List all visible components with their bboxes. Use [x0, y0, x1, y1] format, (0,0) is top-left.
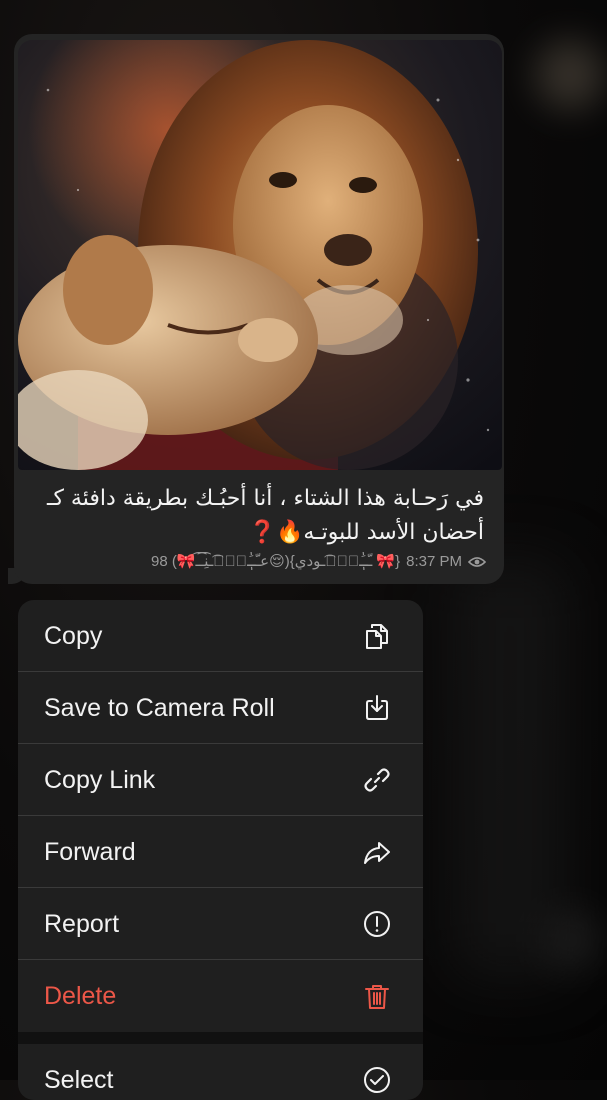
message-time: 8:37 PM — [406, 552, 462, 570]
views-eye-icon — [467, 555, 486, 567]
checkmark-circle-icon — [361, 1064, 393, 1096]
menu-item-label: Forward — [44, 837, 136, 866]
trash-icon — [361, 980, 393, 1012]
message-meta: 98 (🎀عـّـَٰٖـّۢ͡ـنِ͡ـ͡ـ😌){ـّـَٰٖـّۢ͡ـودي… — [112, 552, 486, 570]
menu-item-forward[interactable]: Forward — [18, 816, 423, 888]
menu-item-select[interactable]: Select — [18, 1044, 423, 1100]
background-blur — [535, 40, 605, 110]
report-exclamation-icon — [361, 908, 393, 940]
background-blur — [450, 560, 570, 980]
menu-item-report[interactable]: Report — [18, 888, 423, 960]
menu-section-gap — [18, 1032, 423, 1044]
message-caption: في رَحـابة هذا الشتاء ، أنا أحبُـك بطريق… — [47, 486, 484, 545]
menu-item-label: Delete — [44, 981, 117, 1010]
menu-item-delete[interactable]: Delete — [18, 960, 423, 1032]
menu-item-label: Report — [44, 909, 120, 938]
menu-item-label: Copy Link — [44, 765, 156, 794]
menu-item-label: Select — [44, 1065, 114, 1094]
menu-item-label: Save to Camera Roll — [44, 693, 275, 722]
context-menu: Copy Save to Camera Roll Copy Link Forwa… — [18, 600, 423, 1100]
menu-item-save-to-camera-roll[interactable]: Save to Camera Roll — [18, 672, 423, 744]
menu-item-copy-link[interactable]: Copy Link — [18, 744, 423, 816]
menu-item-label: Copy — [44, 621, 103, 650]
menu-item-copy[interactable]: Copy — [18, 600, 423, 672]
reactions-meta: 98 (🎀عـّـَٰٖـّۢ͡ـنِ͡ـ͡ـ😌){ـّـَٰٖـّۢ͡ـودي… — [150, 553, 401, 570]
message-photo[interactable] — [18, 40, 502, 470]
link-icon — [361, 764, 393, 796]
forward-arrow-icon — [361, 836, 393, 868]
lion-photo-illustration — [18, 40, 502, 470]
save-download-icon — [361, 692, 393, 724]
message-bubble[interactable]: في رَحـابة هذا الشتاء ، أنا أحبُـك بطريق… — [14, 34, 504, 584]
copy-icon — [361, 620, 393, 652]
